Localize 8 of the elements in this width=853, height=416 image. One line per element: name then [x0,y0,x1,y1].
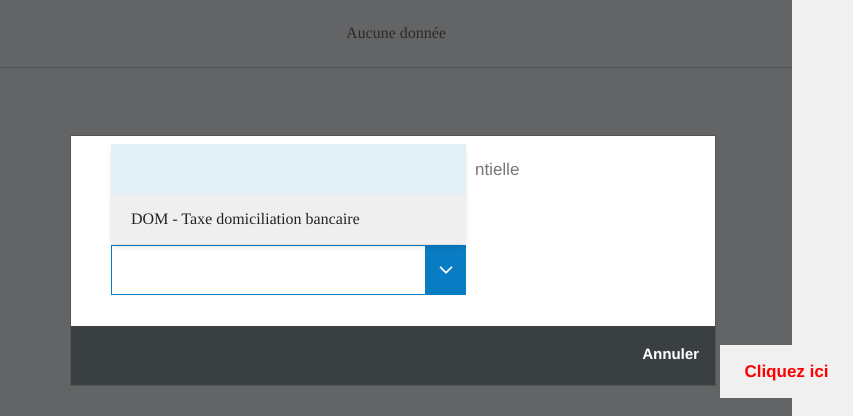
dropdown-option[interactable]: DOM - Taxe domiciliation bancaire [111,195,466,244]
callout-text[interactable]: Cliquez ici [744,358,829,384]
header-title: Aucune donnée [346,24,446,44]
cancel-button[interactable]: Annuler [642,344,699,367]
blank-option[interactable] [111,144,466,195]
field-label: ntielle [475,159,520,181]
dropdown-button[interactable] [426,245,466,295]
select-field[interactable] [111,245,426,295]
